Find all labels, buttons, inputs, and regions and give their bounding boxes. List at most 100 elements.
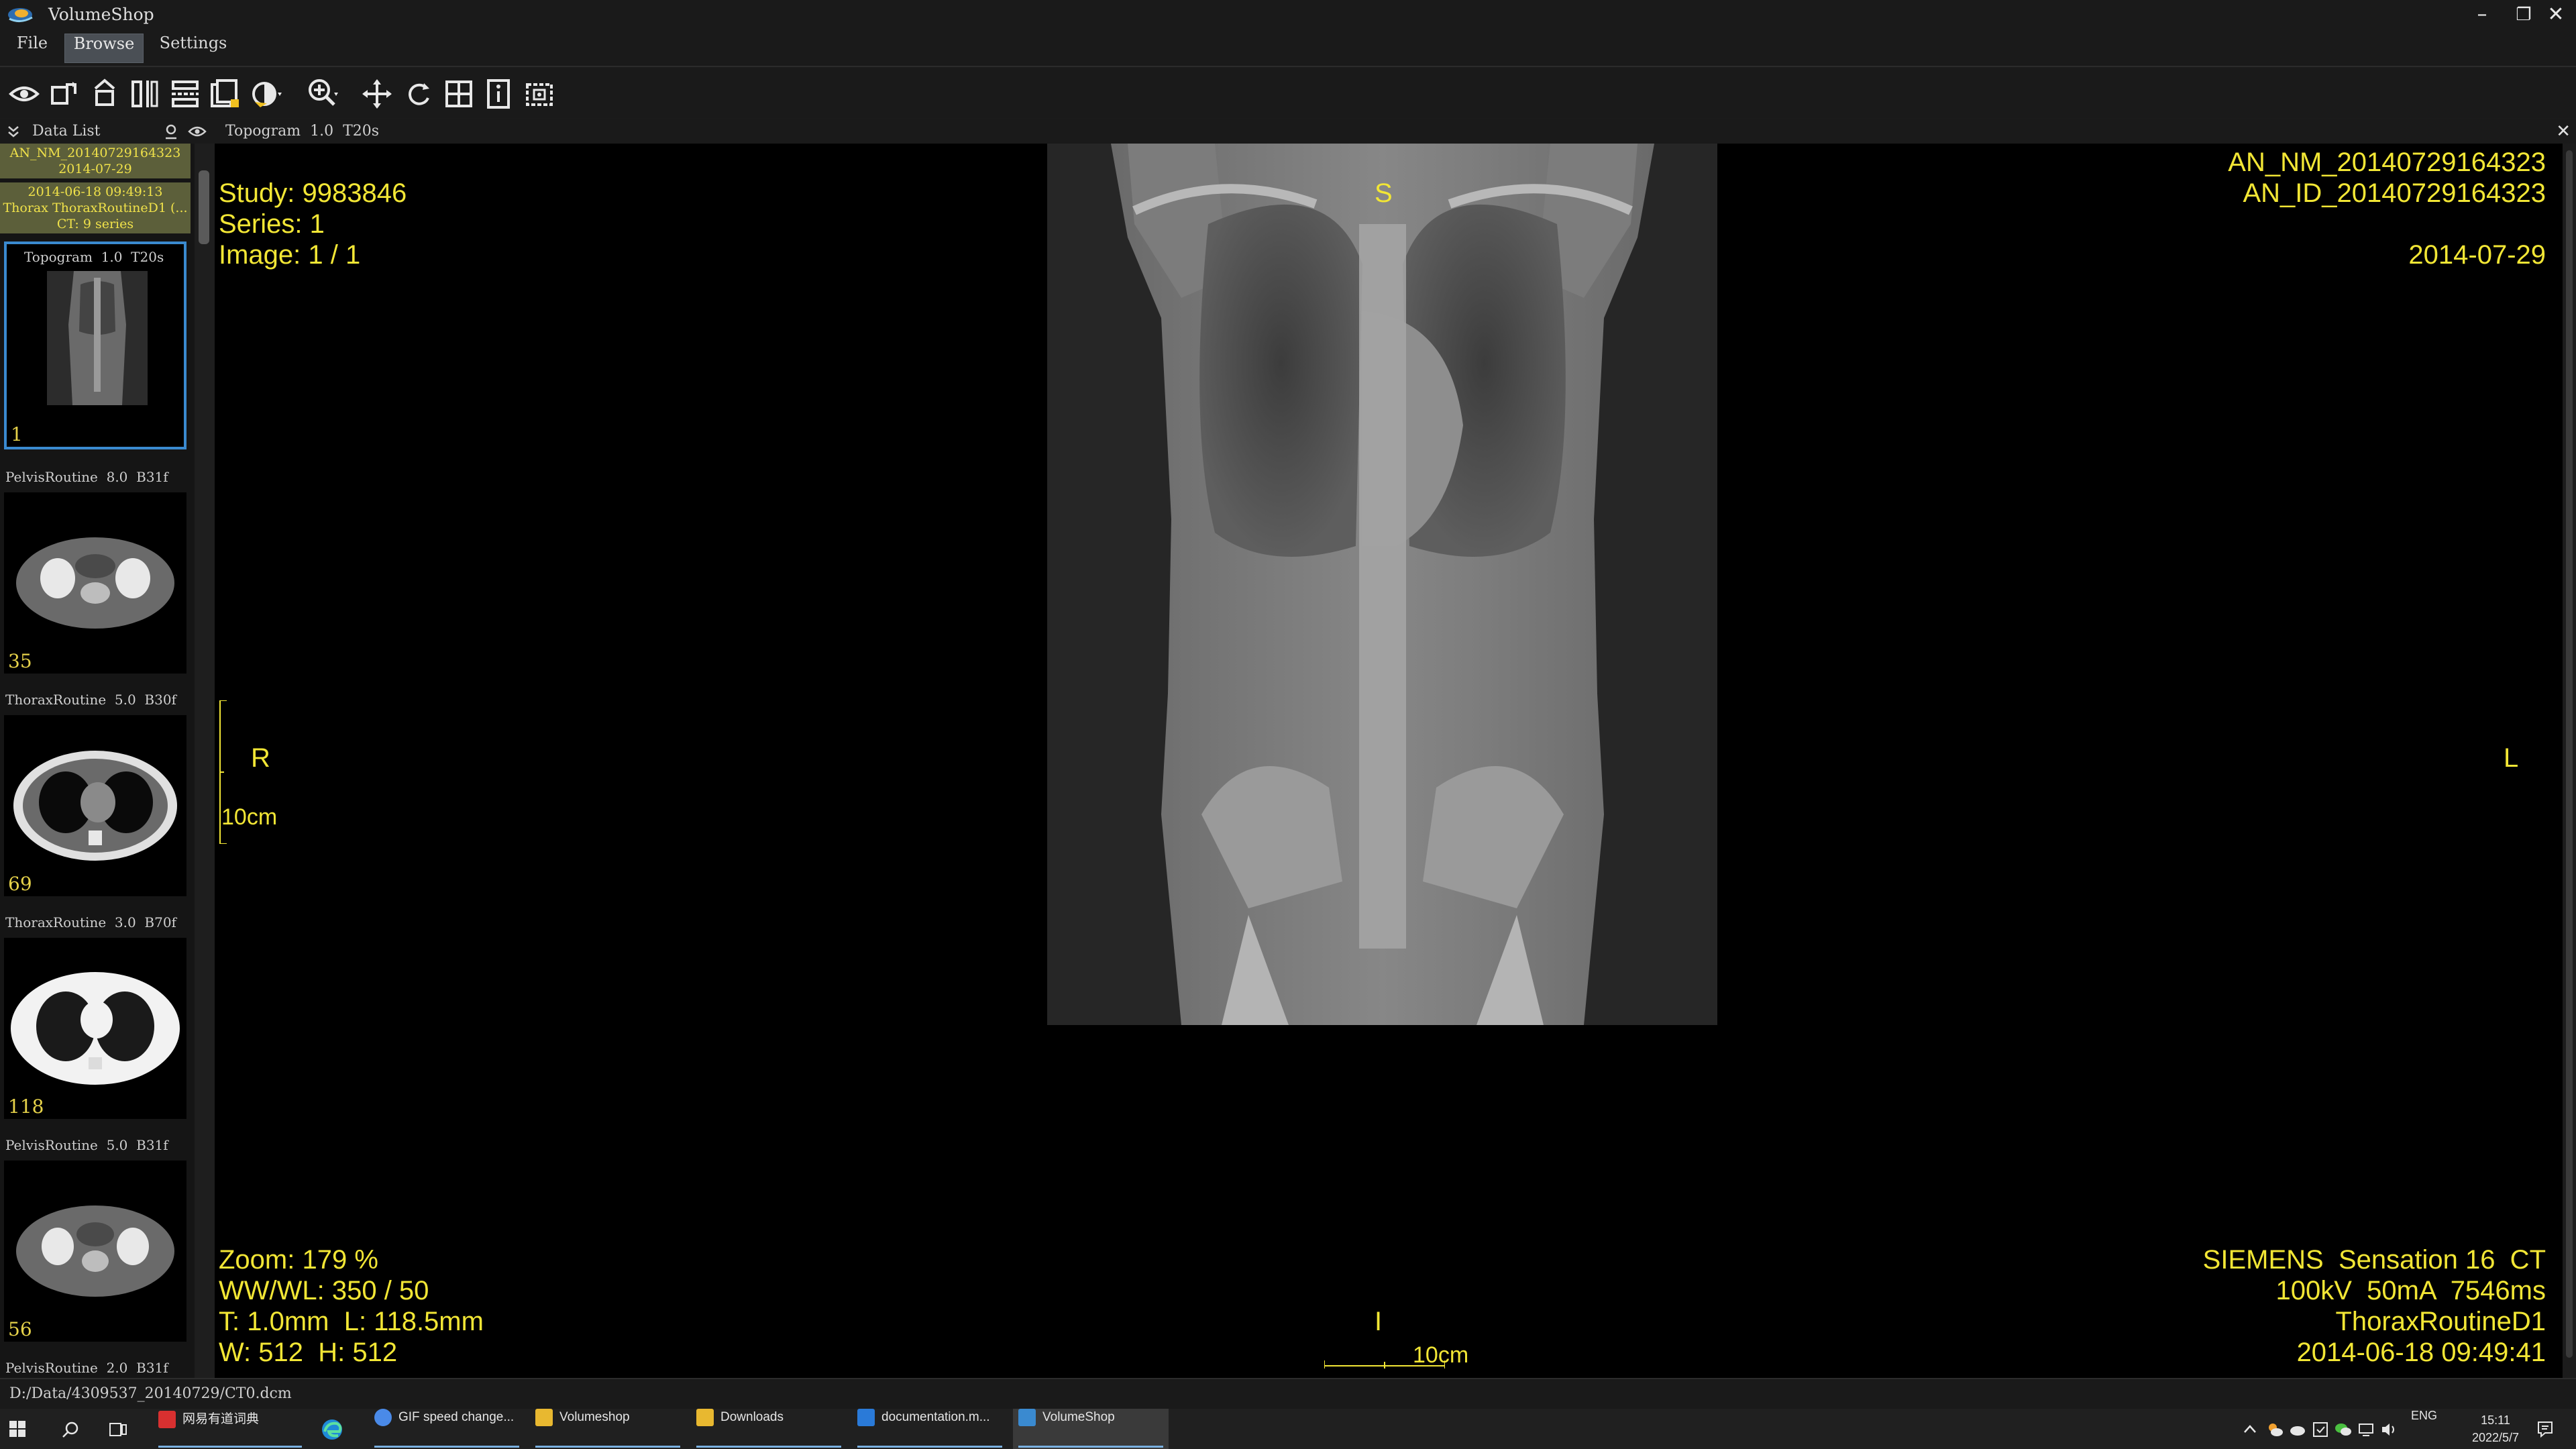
viewer-tab-label: Topogram 1.0 T20s [225, 123, 380, 140]
status-bar: D:/Data/4309537_20140729/CT0.dcm [0, 1378, 2576, 1409]
series-title: ThoraxRoutine 3.0 B70f [5, 914, 176, 930]
pan-icon[interactable] [358, 75, 396, 113]
image-viewport[interactable]: Study: 9983846 Series: 1 Image: 1 / 1 AN… [215, 144, 2563, 1378]
info-icon[interactable] [480, 75, 518, 113]
file-path: D:/Data/4309537_20140729/CT0.dcm [9, 1385, 292, 1402]
series-image-count: 118 [8, 1095, 44, 1118]
menu-settings[interactable]: Settings [152, 34, 235, 63]
taskbar-youdao-dict[interactable]: 网易有道词典 [153, 1409, 307, 1449]
sync-icon[interactable] [2312, 1421, 2329, 1438]
youdao-app-icon [158, 1410, 176, 1428]
windows-start-icon[interactable] [9, 1421, 25, 1437]
rotate-icon[interactable] [46, 75, 83, 113]
flip-icon[interactable] [86, 75, 123, 113]
weather-icon[interactable] [2266, 1421, 2284, 1438]
grid-icon[interactable] [440, 75, 478, 113]
slice-thickness-label: T: 1.0mm L: 118.5mm [219, 1307, 484, 1336]
input-language[interactable]: ENG [2411, 1409, 2437, 1449]
network-icon[interactable] [2357, 1421, 2375, 1438]
sidebar-scrollbar[interactable] [195, 144, 215, 1378]
viewer-tab-header: Topogram 1.0 T20s ✕ [215, 119, 2576, 144]
window-title: VolumeShop [48, 5, 154, 24]
series-title: PelvisRoutine 2.0 B31f [5, 1360, 168, 1376]
study-series-count: CT: 9 series [56, 217, 134, 231]
acquisition-params-label: 100kV 50mA 7546ms [2275, 1276, 2546, 1305]
series-thumbnail[interactable]: 56 [4, 1161, 186, 1342]
split-vertical-icon[interactable] [126, 75, 164, 113]
orientation-inferior-label: I [1375, 1307, 1383, 1336]
screenshot-icon[interactable] [521, 75, 558, 113]
taskbar-volumeshop-app[interactable]: VolumeShop [1013, 1409, 1169, 1449]
reset-icon[interactable] [400, 75, 437, 113]
taskbar-item-label: GIF speed change... [398, 1410, 515, 1425]
menu-browse[interactable]: Browse [64, 34, 144, 63]
series-thumbnail[interactable]: 69 [4, 715, 186, 896]
viewer-scrollbar[interactable] [2563, 144, 2576, 1378]
topogram-image[interactable] [1047, 144, 1717, 1025]
patient-name: AN_NM_20140729164323 [9, 146, 181, 160]
running-indicator [1018, 1446, 1163, 1448]
data-list-header: Data List [0, 119, 215, 144]
split-horizontal-icon[interactable] [166, 75, 204, 113]
eye-icon[interactable] [5, 75, 43, 113]
visibility-icon[interactable] [188, 123, 207, 140]
zoom-icon[interactable] [303, 75, 341, 113]
window-level-label: WW/WL: 350 / 50 [219, 1276, 429, 1305]
chrome-app-icon [374, 1409, 392, 1426]
study-entry[interactable]: 2014-06-18 09:49:13 Thorax ThoraxRoutine… [0, 182, 191, 233]
taskbar-chrome-gif[interactable]: GIF speed change... [369, 1409, 525, 1449]
patient-name-label: AN_NM_20140729164323 [2228, 148, 2546, 177]
data-list-label: Data List [32, 123, 101, 140]
search-icon[interactable] [62, 1421, 79, 1438]
pelvis-thumbnail-image [16, 537, 174, 629]
running-indicator [696, 1446, 841, 1448]
menu-file[interactable]: File [8, 34, 56, 63]
viewer-scroll-thumb[interactable] [2566, 150, 2573, 1358]
series-thumbnail[interactable]: Topogram 1.0 T20s 1 [4, 241, 186, 449]
taskbar-downloads-folder[interactable]: Downloads [691, 1409, 847, 1449]
cloud-icon[interactable] [2289, 1421, 2306, 1438]
taskbar-item-label: Volumeshop [559, 1410, 630, 1425]
series-thumbnail[interactable]: 118 [4, 938, 186, 1119]
volume-icon[interactable] [2380, 1421, 2398, 1438]
app-window: VolumeShop – ❐ ✕ File Browse Settings Da… [0, 0, 2576, 1449]
running-indicator [535, 1446, 680, 1448]
folder-icon [535, 1409, 553, 1426]
orientation-right-label: R [251, 743, 270, 773]
notification-icon[interactable] [2536, 1419, 2555, 1438]
folder-icon [696, 1409, 714, 1426]
vscode-app-icon [857, 1409, 875, 1426]
series-image-count: 56 [8, 1318, 32, 1340]
location-pin-icon[interactable] [164, 123, 178, 140]
clock[interactable]: 15:11 2022/5/7 [2455, 1409, 2536, 1449]
viewer-close-button[interactable]: ✕ [2556, 121, 2571, 142]
thorax-thumbnail-image [13, 751, 177, 861]
volumeshop-app-icon [1018, 1409, 1036, 1426]
patient-entry[interactable]: AN_NM_20140729164323 2014-07-29 [0, 144, 191, 178]
scanner-label: SIEMENS Sensation 16 CT [2202, 1245, 2546, 1275]
taskbar-volumeshop-folder[interactable]: Volumeshop [530, 1409, 686, 1449]
toolbar [0, 68, 2576, 118]
close-button[interactable]: ✕ [2536, 0, 2576, 30]
edge-browser-icon[interactable] [321, 1418, 343, 1441]
vertical-scale-label: 10cm [221, 804, 278, 830]
lung-thumbnail-image [11, 972, 180, 1085]
series-image-count: 35 [8, 650, 32, 672]
taskbar-item-label: documentation.m... [881, 1410, 990, 1425]
series-image-count: 69 [8, 873, 32, 895]
task-view-icon[interactable] [109, 1421, 127, 1438]
patient-date: 2014-07-29 [58, 162, 132, 176]
wechat-icon[interactable] [2334, 1421, 2352, 1438]
zoom-label: Zoom: 179 % [219, 1245, 378, 1275]
stack-icon[interactable] [207, 75, 244, 113]
contrast-icon[interactable] [247, 75, 284, 113]
series-thumbnail[interactable]: 35 [4, 492, 186, 674]
collapse-icon[interactable] [7, 125, 20, 138]
taskbar-vscode-documentation[interactable]: documentation.m... [852, 1409, 1008, 1449]
taskbar-item-label: Downloads [720, 1410, 784, 1425]
chevron-up-icon[interactable] [2243, 1424, 2257, 1434]
sidebar-scroll-thumb[interactable] [199, 170, 209, 244]
clock-time: 15:11 [2481, 1413, 2510, 1427]
orientation-left-label: L [2504, 743, 2519, 773]
series-title: Topogram 1.0 T20s [24, 249, 164, 265]
